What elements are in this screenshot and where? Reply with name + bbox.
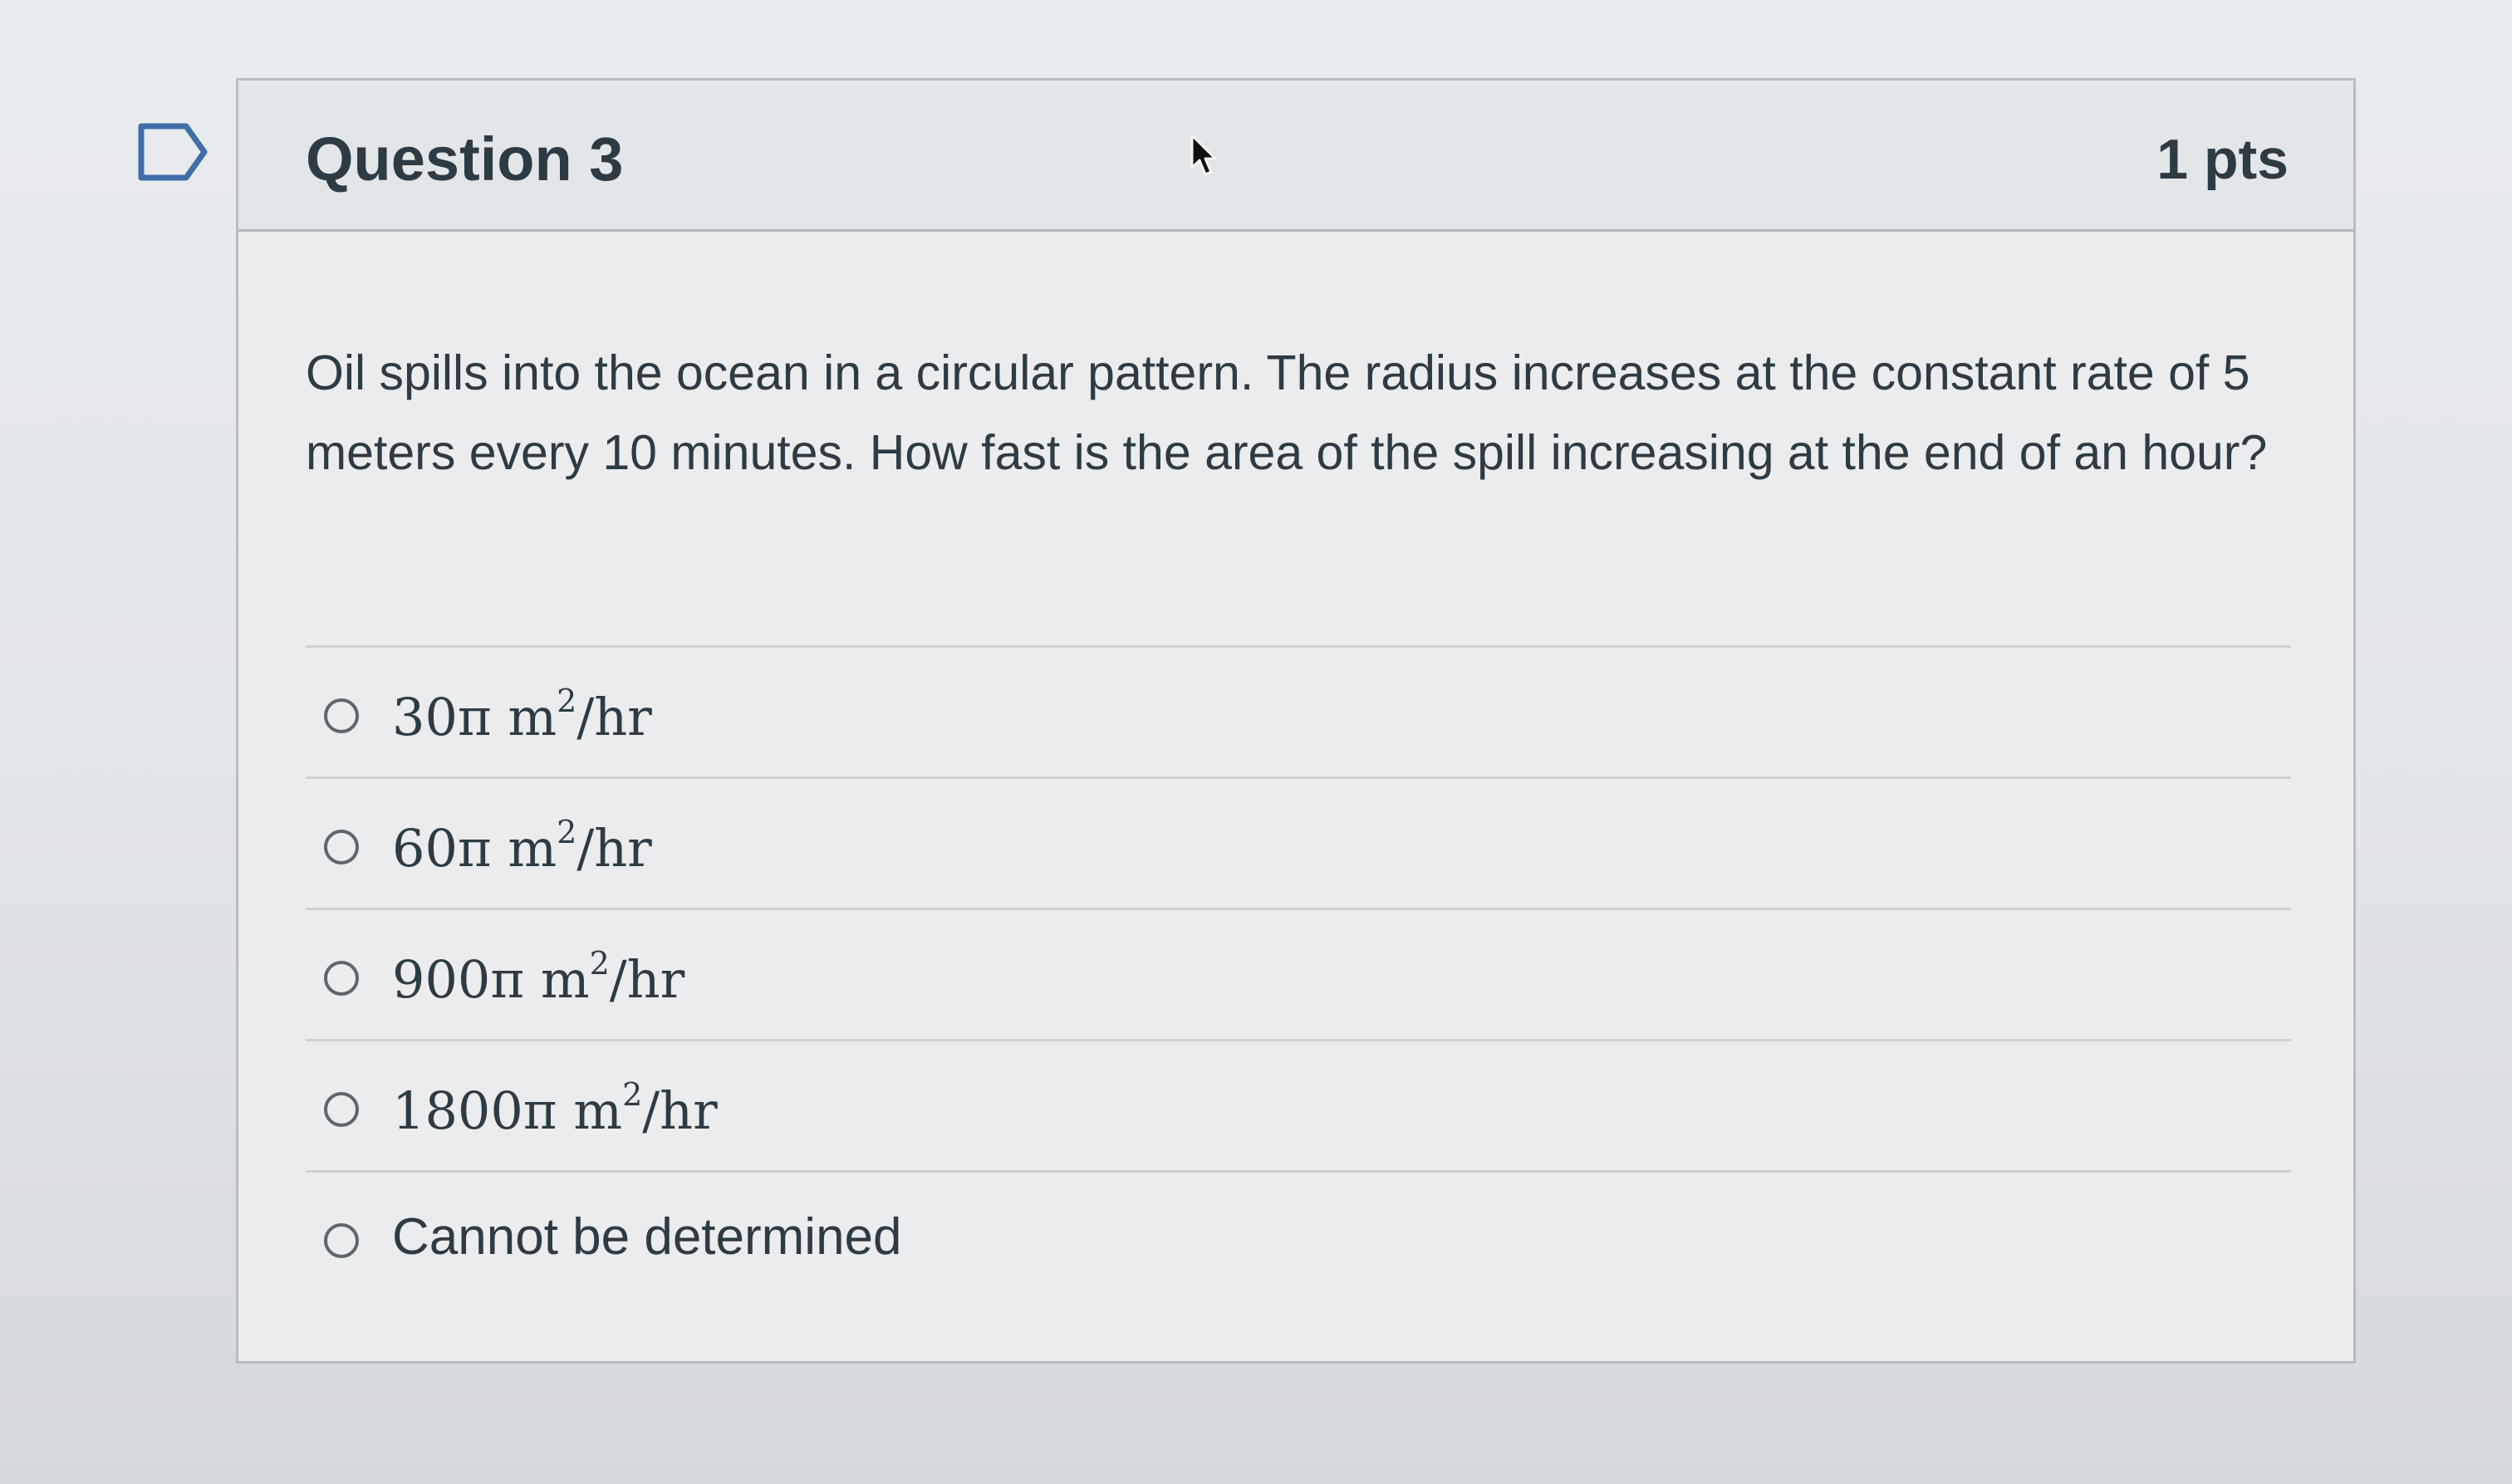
radio-button[interactable] (324, 1223, 359, 1258)
question-header: Question 3 1 pts (238, 81, 2353, 232)
flag-question-icon[interactable] (138, 123, 208, 181)
answer-label[interactable]: 30π m2/hr (392, 683, 652, 747)
mouse-pointer-icon (1190, 134, 1217, 176)
question-title: Question 3 (306, 125, 624, 193)
answer-option-5[interactable]: Cannot be determined (306, 1170, 2291, 1301)
answer-label[interactable]: Cannot be determined (392, 1207, 902, 1266)
answer-label[interactable]: 1800π m2/hr (392, 1076, 718, 1141)
answer-option-4[interactable]: 1800π m2/hr (306, 1039, 2291, 1170)
question-card: Question 3 1 pts Oil spills into the oce… (236, 78, 2356, 1364)
answer-option-2[interactable]: 60π m2/hr (306, 776, 2291, 908)
answer-label[interactable]: 60π m2/hr (392, 814, 652, 879)
question-points: 1 pts (2156, 128, 2289, 191)
question-prompt: Oil spills into the ocean in a circular … (306, 345, 2268, 480)
radio-button[interactable] (324, 1092, 359, 1127)
answer-list: 30π m2/hr 60π m2/hr 900π m2/hr 1800π m2/… (306, 645, 2291, 1301)
radio-button[interactable] (324, 830, 359, 864)
answer-label[interactable]: 900π m2/hr (392, 945, 684, 1010)
answer-option-1[interactable]: 30π m2/hr (306, 645, 2291, 776)
radio-button[interactable] (324, 698, 359, 733)
answer-option-3[interactable]: 900π m2/hr (306, 908, 2291, 1039)
radio-button[interactable] (324, 961, 359, 996)
